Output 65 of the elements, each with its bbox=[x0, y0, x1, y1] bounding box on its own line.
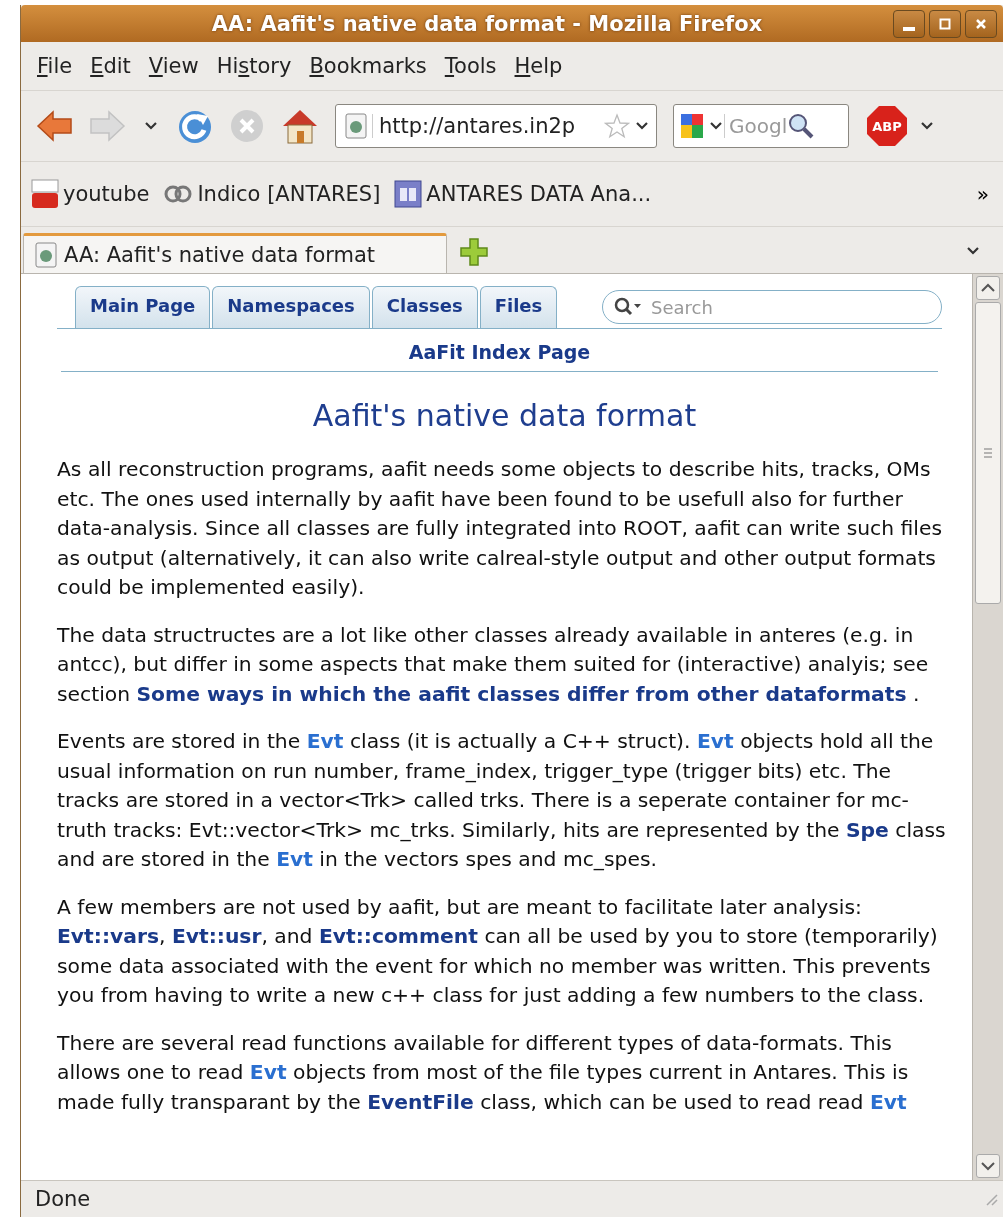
paragraph: The data structructes are a lot like other classes already available in anteres (e.g. in antcc), but differ in some aspects that make them suited for (interactive) analyis; see section Some ways in which the aafit classes differ from other dataformats . bbox=[57, 621, 930, 708]
url-text: http://antares.in2p bbox=[372, 114, 600, 138]
paragraph: Events are stored in the Evt class (it is actually a C++ struct). Evt objects hold all the usual information on run number, frame_index, trigger_type (trigger bits) etc. The tracks are stored in a vector<Trk> called trks. There is a seperate container for mc-truth tracks: Evt::vector<Trk> mc_trks. Similarly, hits are represented by the Spe class and are stored in the Evt in the vectors spes and mc_spes. bbox=[57, 728, 947, 873]
star-icon[interactable] bbox=[604, 113, 630, 139]
caret-icon[interactable] bbox=[143, 120, 159, 132]
nav-tab[interactable]: Namespaces bbox=[212, 286, 370, 328]
paragraph: As all reconstruction programs, aafit needs some objects to describe hits, tracks, OMs etc. The ones used internally by aafit have been found to be usefull also for further data-analysis. Since all classes are fully integrated into ROOT, aafit can write such files as output (alternatively, it can also write calreal-style output and other output formats could be implemented easily). bbox=[57, 456, 943, 601]
page-icon bbox=[34, 240, 58, 269]
menu-item[interactable]: History bbox=[208, 48, 300, 84]
status-text: Done bbox=[35, 1187, 91, 1211]
paragraph: There are several read functions available for different types of data-formats. This allows one to read Evt objects from most of the file types current in Antares. This is made fully transparant by the EventFile class, which can be used to read read Evt bbox=[57, 1029, 910, 1116]
overflow-chevron[interactable]: » bbox=[976, 182, 989, 206]
nav-tab[interactable]: Classes bbox=[371, 286, 478, 328]
caret-icon[interactable] bbox=[708, 120, 724, 132]
link[interactable]: Some ways in which the aafit classes differ from other dataformats bbox=[136, 681, 907, 706]
maximize-icon bbox=[938, 16, 952, 31]
link[interactable]: Evt bbox=[696, 729, 734, 753]
search-input[interactable]: Googl bbox=[724, 114, 787, 138]
menu-item[interactable]: Tools bbox=[436, 48, 505, 84]
document-icon bbox=[394, 180, 423, 208]
search-icon[interactable] bbox=[787, 112, 815, 140]
menu-item[interactable]: Bookmarks bbox=[301, 48, 435, 84]
link[interactable]: Evt::vars bbox=[57, 924, 159, 948]
caret-icon[interactable] bbox=[965, 245, 981, 257]
adblock-button[interactable]: ABP bbox=[867, 106, 907, 146]
link[interactable]: Evt bbox=[276, 847, 313, 871]
nav-tab[interactable]: Files bbox=[479, 286, 558, 328]
link[interactable]: Evt bbox=[306, 729, 344, 753]
minimize-icon bbox=[903, 26, 915, 31]
minimize-button[interactable] bbox=[893, 9, 925, 38]
menu-item[interactable]: File bbox=[29, 48, 81, 84]
page-icon bbox=[344, 112, 368, 140]
link[interactable]: Spe bbox=[845, 817, 889, 842]
caret-icon[interactable] bbox=[634, 120, 650, 132]
nav-tab[interactable]: Main Page bbox=[75, 286, 211, 328]
caret-icon[interactable] bbox=[919, 120, 935, 132]
video-site-icon bbox=[31, 179, 59, 209]
menu-item[interactable]: View bbox=[140, 48, 207, 84]
close-icon bbox=[974, 16, 988, 31]
search-icon bbox=[613, 296, 643, 318]
address-field[interactable]: http://antares.in2p bbox=[335, 104, 657, 148]
maximize-button[interactable] bbox=[929, 9, 961, 38]
page-heading: Aafit's native data format bbox=[311, 398, 698, 433]
menu-item[interactable]: Help bbox=[506, 48, 571, 84]
rings-icon bbox=[163, 184, 194, 204]
browser-tab[interactable]: AA: Aafit's native data format bbox=[23, 233, 447, 273]
search-field[interactable]: Googl bbox=[673, 104, 849, 148]
scroll-up-icon[interactable] bbox=[976, 276, 1000, 300]
scroll-thumb[interactable] bbox=[975, 302, 1001, 604]
link[interactable]: Evt::usr bbox=[171, 924, 262, 948]
bookmark-item[interactable]: Indico [ANTARES] bbox=[163, 182, 381, 206]
link[interactable]: Evt bbox=[249, 1060, 287, 1084]
scroll-down-icon[interactable] bbox=[976, 1154, 1000, 1178]
index-title: AaFit Index Page bbox=[61, 329, 938, 372]
scrollbar[interactable] bbox=[972, 274, 1003, 1180]
bookmark-item[interactable]: youtube bbox=[31, 179, 150, 209]
paragraph: A few members are not used by aafit, but are meant to facilitate later analysis: Evt::vars, Evt::usr, and Evt::comment can all be used by you to store (temporarily) some data associated with the event for which no member was written. This prevents you from having to write a new c++ class for just adding a few numbers to the class. bbox=[57, 893, 939, 1009]
link[interactable]: Evt bbox=[869, 1089, 907, 1114]
menu-item[interactable]: Edit bbox=[82, 48, 139, 84]
close-button[interactable] bbox=[965, 9, 997, 38]
window-title: AA: Aafit's native data format - Mozilla Firefox bbox=[210, 11, 764, 36]
link[interactable]: EventFile bbox=[367, 1089, 474, 1114]
link[interactable]: Evt::comment bbox=[318, 924, 478, 948]
plus-icon[interactable] bbox=[459, 237, 489, 267]
bookmark-item[interactable]: ANTARES DATA Ana... bbox=[394, 180, 652, 208]
